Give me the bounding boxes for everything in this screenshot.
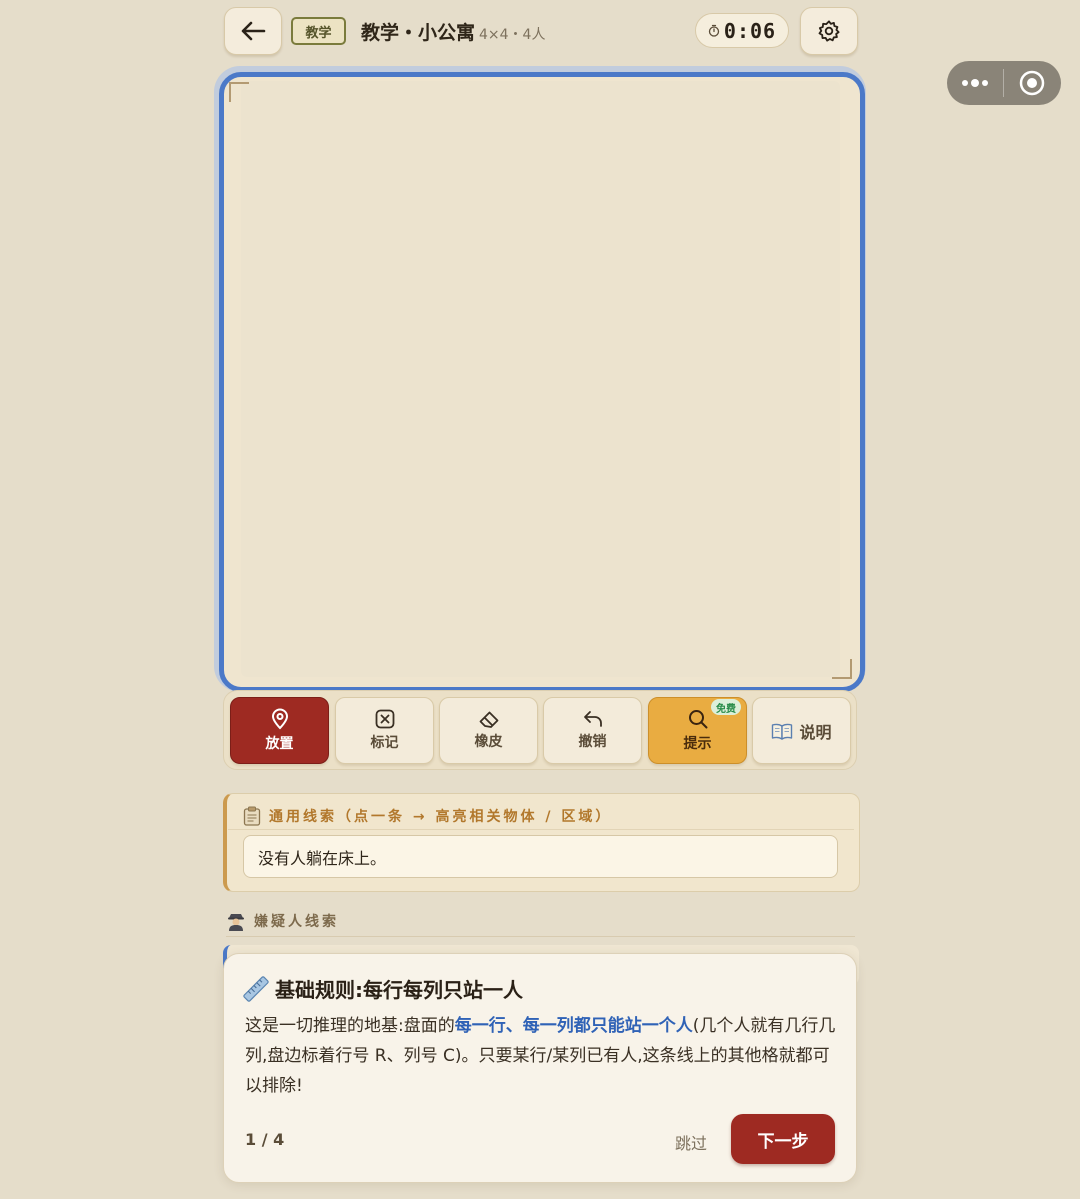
undo-icon [583, 711, 602, 727]
open-book-icon [772, 723, 793, 740]
suspect-clues-title: 嫌疑人线索 [254, 914, 339, 930]
tutorial-body-highlight: 每一行、每一列都只能站一个人 [454, 1016, 693, 1036]
tutorial-title-text: 基础规则:每行每列只站一人 [275, 978, 523, 1002]
miniprogram-capsule [947, 61, 1061, 105]
tutorial-title: 基础规则:每行每列只站一人 [243, 974, 523, 1003]
general-clues-header: 通用线索（点一条 → 高亮相关物体 / 区域） [243, 806, 612, 826]
place-label: 放置 [265, 736, 294, 752]
eraser-tool-button[interactable]: 橡皮 [439, 697, 538, 764]
hint-label: 提示 [683, 736, 712, 752]
mark-label: 标记 [370, 735, 399, 751]
close-miniprogram-button[interactable] [1004, 61, 1060, 105]
puzzle-size: 4×4・4人 [479, 27, 546, 43]
ruler-icon [243, 975, 269, 1002]
x-box-icon [375, 709, 394, 729]
undo-label: 撤销 [578, 734, 607, 750]
tutorial-step-counter: 1 / 4 [245, 1130, 285, 1149]
general-clues-title: 通用线索（点一条 → 高亮相关物体 / 区域） [269, 809, 613, 825]
detective-icon [228, 914, 244, 931]
target-close-icon [1019, 70, 1045, 96]
gear-icon [818, 20, 840, 42]
clipboard-icon [243, 806, 261, 826]
suspect-divider [226, 936, 855, 937]
settings-button[interactable] [800, 7, 858, 55]
eraser-icon [479, 711, 498, 728]
map-pin-icon [271, 708, 288, 730]
board-corner-bottom-right [832, 659, 852, 679]
arrow-left-icon [241, 21, 266, 41]
free-badge: 免费 [711, 699, 741, 715]
undo-tool-button[interactable]: 撤销 [543, 697, 642, 764]
search-icon [688, 710, 707, 729]
suspect-clues-header: 嫌疑人线索 [226, 911, 339, 931]
board-corner-top-left [229, 82, 249, 102]
more-dots-icon [962, 79, 988, 87]
explain-button[interactable]: 说明 [752, 697, 851, 764]
more-button[interactable] [947, 61, 1003, 105]
skip-button[interactable]: 跳过 [675, 1130, 707, 1154]
mode-badge: 教学 [291, 17, 346, 45]
place-tool-button[interactable]: 放置 [230, 697, 329, 764]
eraser-label: 橡皮 [474, 734, 503, 750]
mark-tool-button[interactable]: 标记 [335, 697, 434, 764]
tutorial-body-text: 这是一切推理的地基:盘面的 [245, 1016, 455, 1036]
timer-value: 0:06 [723, 18, 777, 43]
next-step-button[interactable]: 下一步 [731, 1114, 835, 1164]
clue-divider [228, 829, 854, 830]
tutorial-body: 这是一切推理的地基:盘面的每一行、每一列都只能站一个人(几个人就有几行几列,盘边… [245, 1011, 837, 1101]
back-button[interactable] [224, 7, 282, 55]
clue-item[interactable]: 没有人躺在床上。 [243, 835, 838, 878]
puzzle-title: 教学・小公寓 [361, 22, 476, 44]
timer: 0:06 [695, 13, 789, 48]
explain-label: 说明 [799, 722, 832, 742]
page-title: 教学・小公寓 4×4・4人 [361, 18, 545, 45]
stopwatch-icon [708, 24, 720, 37]
board-grid-area[interactable] [241, 81, 840, 677]
